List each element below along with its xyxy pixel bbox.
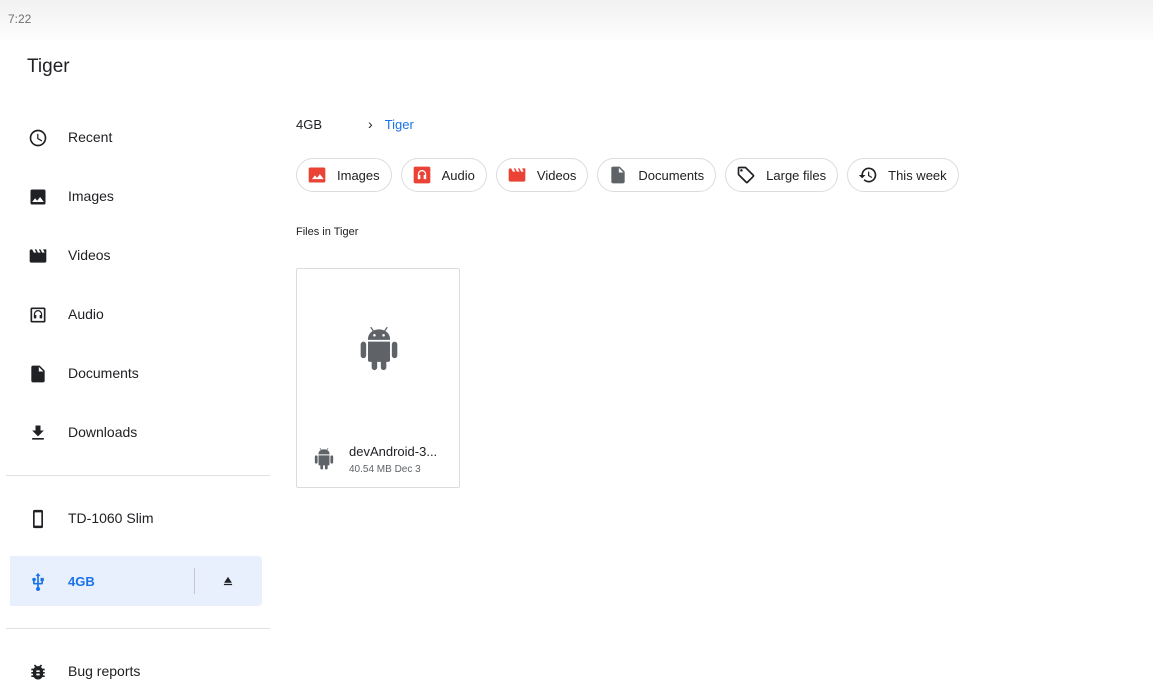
filter-chips: Images Audio Videos Documents Large file… [296,158,959,192]
history-icon [857,164,879,186]
movie-icon [506,164,528,186]
app-title: Tiger [27,56,70,77]
section-label: Files in Tiger [296,226,359,238]
file-card[interactable]: devAndroid-3... 40.54 MB Dec 3 [296,268,460,488]
status-time: 7:22 [8,12,32,26]
tag-icon [735,164,757,186]
sidebar-item-label: 4GB [68,573,95,589]
sidebar-item-td-1060-slim[interactable]: TD-1060 Slim [10,493,262,543]
sidebar-item-label: Downloads [68,424,138,440]
audio-icon [411,164,433,186]
status-bar: 7:22 [0,0,1153,40]
sidebar-item-bug-reports[interactable]: Bug reports [10,646,262,683]
eject-icon [223,576,233,586]
sidebar-item-label: TD-1060 Slim [68,510,154,526]
sidebar-item-downloads[interactable]: Downloads [10,407,262,457]
sidebar-item-recent[interactable]: Recent [10,112,262,162]
chip-this-week[interactable]: This week [847,158,959,192]
sidebar-item-label: Images [68,188,114,204]
breadcrumb-current[interactable]: Tiger [385,117,414,132]
breadcrumb-root[interactable]: 4GB [296,117,322,132]
sidebar-divider [6,475,270,476]
movie-icon [27,245,49,267]
sidebar-item-videos[interactable]: Videos [10,230,262,280]
sidebar-item-documents[interactable]: Documents [10,348,262,398]
audio-icon [27,304,49,326]
sidebar-divider [6,628,270,629]
chip-large-files[interactable]: Large files [725,158,839,192]
document-icon [27,363,49,385]
eject-divider [194,568,195,594]
chip-images[interactable]: Images [296,158,392,192]
usb-icon [27,571,49,593]
sidebar-item-label: Bug reports [68,663,141,679]
eject-button[interactable] [218,571,238,591]
android-icon [313,447,335,471]
chip-label: Videos [536,167,577,183]
chip-label: Large files [766,167,827,183]
breadcrumb: 4GB › Tiger [296,116,414,132]
chip-audio[interactable]: Audio [400,158,487,192]
document-icon [607,164,629,186]
sidebar-item-label: Audio [68,306,104,322]
chevron-right-icon: › [368,116,373,132]
android-icon [357,325,401,373]
phone-icon [27,508,49,530]
sidebar-item-label: Documents [68,365,139,381]
chip-label: Images [337,167,380,183]
chip-label: This week [888,167,947,183]
sidebar-item-label: Videos [68,247,111,263]
image-icon [27,186,49,208]
file-name: devAndroid-3... [349,444,438,459]
chip-label: Documents [638,167,705,183]
sidebar-item-4gb[interactable]: 4GB [10,556,262,606]
chip-label: Audio [441,167,475,183]
sidebar-item-label: Recent [68,129,113,145]
sidebar: Recent Images Videos Audio Documents Dow… [0,107,272,683]
download-icon [27,422,49,444]
chip-videos[interactable]: Videos [495,158,589,192]
sidebar-item-images[interactable]: Images [10,171,262,221]
clock-icon [27,127,49,149]
file-meta: 40.54 MB Dec 3 [349,464,421,475]
image-icon [306,164,328,186]
chip-documents[interactable]: Documents [597,158,717,192]
bug-icon [27,661,49,683]
sidebar-item-audio[interactable]: Audio [10,289,262,339]
